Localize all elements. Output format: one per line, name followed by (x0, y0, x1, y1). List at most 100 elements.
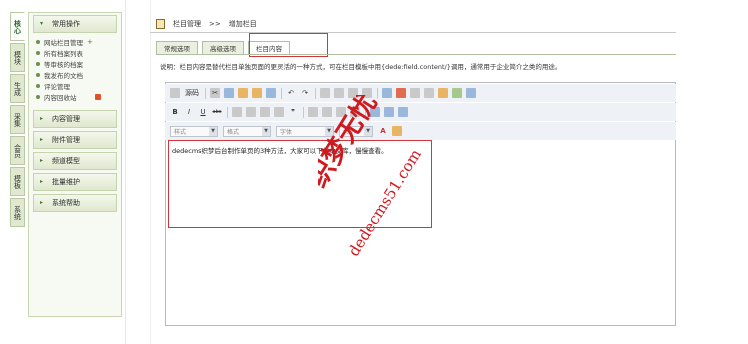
link-icon[interactable] (370, 107, 380, 117)
toolbar-separator (205, 87, 206, 99)
tab-general[interactable]: 常规选项 (156, 41, 198, 54)
tab-advanced[interactable]: 高级选项 (202, 41, 244, 54)
size-select[interactable]: 大小 ▼ (339, 125, 373, 137)
menu-group-label: 附件管理 (52, 136, 80, 144)
size-select-label: 大小 (343, 128, 356, 136)
delete-icon[interactable] (94, 93, 101, 100)
menu-item-label: 网站栏目管理 (44, 38, 83, 47)
anchor-icon[interactable] (398, 107, 408, 117)
format-select[interactable]: 格式 ▼ (223, 125, 271, 137)
editor-toolbar-1: 源码 ✂ ↶ ↷ (165, 84, 676, 102)
table-icon[interactable] (410, 88, 420, 98)
menu-group-label: 频道模型 (52, 157, 80, 165)
chevron-right-icon: ▸ (40, 178, 44, 185)
bullet-icon (36, 72, 40, 77)
remove-format-icon[interactable] (362, 88, 372, 98)
underline-button[interactable]: U (198, 107, 208, 117)
numbered-list-icon[interactable] (232, 107, 242, 117)
outdent-icon[interactable] (260, 107, 270, 117)
find-icon[interactable] (320, 88, 330, 98)
editor-toolbar-2: B I U abc ❞ (165, 103, 676, 121)
cut-icon[interactable]: ✂ (210, 88, 220, 98)
folder-icon (156, 19, 165, 29)
align-center-icon[interactable] (322, 107, 332, 117)
side-tab-member[interactable]: 会员 (10, 136, 25, 165)
style-select-label: 样式 (174, 128, 187, 136)
select-all-icon[interactable] (348, 88, 358, 98)
align-left-icon[interactable] (308, 107, 318, 117)
side-tab-collect[interactable]: 采集 (10, 105, 25, 134)
source-icon[interactable] (170, 88, 180, 98)
menu-group-label: 内容管理 (52, 115, 80, 123)
header-divider (150, 32, 676, 33)
menu-item-my-documents[interactable]: 我发布的文档 (29, 69, 121, 80)
page-break-icon[interactable] (466, 88, 476, 98)
menu-item-pending-archives[interactable]: 等审核的档案 (29, 58, 121, 69)
redo-icon[interactable]: ↷ (300, 88, 310, 98)
menu-group-batch[interactable]: ▸ 批量维护 (33, 173, 117, 191)
bulleted-list-icon[interactable] (246, 107, 256, 117)
side-tab-template[interactable]: 模板 (10, 167, 25, 196)
menu-item-recycle-bin[interactable]: 内容回收站 (29, 91, 121, 102)
menu-group-content[interactable]: ▸ 内容管理 (33, 110, 117, 128)
bg-color-icon[interactable] (392, 126, 402, 136)
menu-item-column-manage[interactable]: 网站栏目管理 + (29, 36, 121, 47)
toolbar-separator (377, 87, 378, 99)
dropdown-arrow-icon: ▼ (262, 126, 270, 136)
font-select[interactable]: 字体 ▼ (276, 125, 334, 137)
menu-group-help[interactable]: ▸ 系统帮助 (33, 194, 117, 212)
paste-icon[interactable] (238, 88, 248, 98)
bullet-icon (36, 50, 40, 55)
flash-icon[interactable] (396, 88, 406, 98)
paste-word-icon[interactable] (266, 88, 276, 98)
blockquote-icon[interactable]: ❞ (288, 107, 298, 117)
tab-underline (156, 54, 676, 55)
dropdown-arrow-icon: ▼ (364, 126, 372, 136)
copy-icon[interactable] (224, 88, 234, 98)
unlink-icon[interactable] (384, 107, 394, 117)
chevron-right-icon: ▸ (40, 199, 44, 206)
bullet-icon (36, 94, 40, 99)
bold-button[interactable]: B (170, 107, 180, 117)
italic-button[interactable]: I (184, 107, 194, 117)
menu-group-channel-model[interactable]: ▸ 频道模型 (33, 152, 117, 170)
align-right-icon[interactable] (336, 107, 346, 117)
add-icon[interactable]: + (87, 38, 93, 46)
justify-icon[interactable] (350, 107, 360, 117)
content-divider (150, 0, 151, 344)
font-select-label: 字体 (280, 128, 293, 136)
side-tab-core[interactable]: 核心 (10, 12, 25, 41)
breadcrumb-section[interactable]: 栏目管理 (173, 19, 201, 29)
side-tab-module[interactable]: 模块 (10, 43, 25, 72)
panel-divider[interactable] (125, 0, 126, 344)
vertical-tab-strip: 核心 模块 生成 采集 会员 模板 系统 (10, 12, 25, 229)
menu-item-label: 内容回收站 (44, 93, 77, 102)
editor-toolbar-3: 样式 ▼ 格式 ▼ 字体 ▼ 大小 ▼ A (165, 122, 676, 140)
chevron-right-icon: ▸ (40, 157, 44, 164)
image-icon[interactable] (382, 88, 392, 98)
smiley-icon[interactable] (438, 88, 448, 98)
chevron-right-icon: ▸ (40, 136, 44, 143)
menu-group-attachments[interactable]: ▸ 附件管理 (33, 131, 117, 149)
horizontal-rule-icon[interactable] (424, 88, 434, 98)
menu-item-label: 我发布的文档 (44, 71, 83, 80)
side-tab-generate[interactable]: 生成 (10, 74, 25, 103)
strike-button[interactable]: abc (212, 107, 222, 117)
paste-text-icon[interactable] (252, 88, 262, 98)
style-select[interactable]: 样式 ▼ (170, 125, 218, 137)
side-tab-system[interactable]: 系统 (10, 198, 25, 227)
undo-icon[interactable]: ↶ (286, 88, 296, 98)
replace-icon[interactable] (334, 88, 344, 98)
menu-item-comments[interactable]: 评论管理 (29, 80, 121, 91)
indent-icon[interactable] (274, 107, 284, 117)
format-select-label: 格式 (227, 128, 240, 136)
menu-item-all-archives[interactable]: 所有档案列表 (29, 47, 121, 58)
special-char-icon[interactable] (452, 88, 462, 98)
menu-group-label: 批量维护 (52, 178, 80, 186)
bullet-icon (36, 61, 40, 66)
source-button[interactable]: 源码 (184, 88, 200, 98)
text-color-icon[interactable]: A (378, 126, 388, 136)
menu-group-common[interactable]: ▾ 常用操作 (33, 15, 117, 33)
breadcrumb-separator: >> (209, 20, 221, 28)
chevron-down-icon: ▾ (40, 20, 44, 27)
